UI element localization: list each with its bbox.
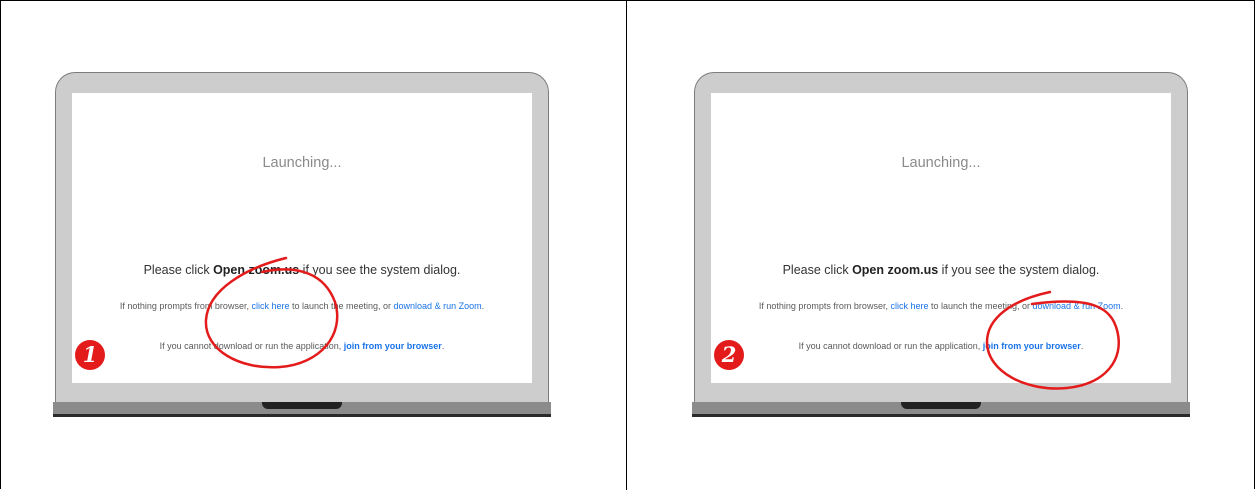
highlight-circle bbox=[204, 256, 339, 369]
step-panel-1: Launching... Please click Open zoom.us i… bbox=[0, 0, 626, 490]
highlight-circle bbox=[985, 290, 1120, 390]
step-panel-2: Launching... Please click Open zoom.us i… bbox=[627, 0, 1253, 490]
